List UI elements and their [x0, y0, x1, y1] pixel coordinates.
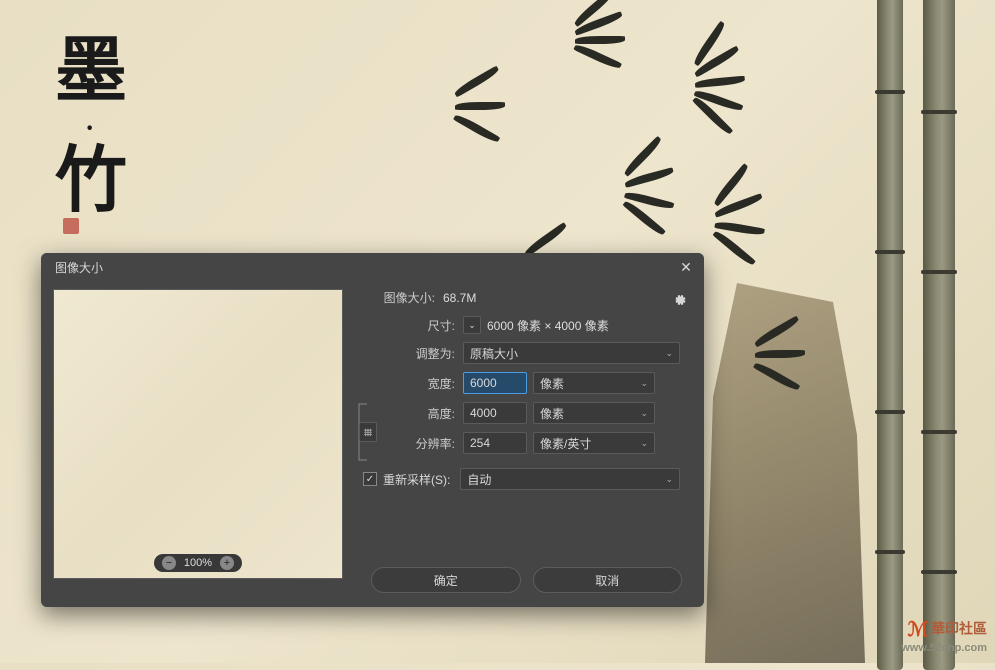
- calligraphy-dot: ·: [85, 115, 127, 143]
- cancel-button[interactable]: 取消: [533, 567, 683, 593]
- resolution-label: 分辨率:: [393, 435, 455, 452]
- resolution-unit-value: 像素/英寸: [540, 435, 591, 452]
- image-size-label: 图像大小:: [363, 289, 435, 306]
- width-unit-value: 像素: [540, 375, 564, 392]
- chevron-down-icon: ⌄: [665, 348, 673, 359]
- image-size-dialog: 图像大小 ✕ − 100% + 图像大小: 68.7M 尺寸: ⌄: [41, 253, 704, 607]
- watermark-text: 華印社區: [931, 621, 987, 637]
- resample-checkbox[interactable]: ✓: [363, 472, 377, 486]
- seal-stamp: [63, 218, 79, 234]
- width-label: 宽度:: [393, 375, 455, 392]
- chevron-down-icon: ⌄: [468, 320, 476, 331]
- watermark-url: www.52cnp.com: [901, 642, 987, 655]
- calligraphy-title: 墨 · 竹: [55, 35, 127, 217]
- fit-to-label: 调整为:: [363, 345, 455, 362]
- calligraphy-char-2: 竹: [55, 141, 127, 221]
- resample-method-value: 自动: [467, 471, 491, 488]
- dimensions-toggle[interactable]: ⌄: [463, 316, 481, 334]
- width-input[interactable]: [463, 372, 527, 394]
- settings-panel: 图像大小: 68.7M 尺寸: ⌄ 6000 像素 × 4000 像素 调整为:…: [343, 289, 692, 579]
- ok-button[interactable]: 确定: [371, 567, 521, 593]
- height-unit-value: 像素: [540, 405, 564, 422]
- dialog-titlebar[interactable]: 图像大小 ✕: [41, 253, 704, 281]
- height-label: 高度:: [393, 405, 455, 422]
- dimensions-label: 尺寸:: [363, 317, 455, 334]
- gear-icon[interactable]: [672, 293, 686, 307]
- resolution-input[interactable]: [463, 432, 527, 454]
- resample-method-select[interactable]: 自动 ⌄: [460, 468, 680, 490]
- height-unit-select[interactable]: 像素 ⌄: [533, 402, 655, 424]
- close-icon: ✕: [680, 259, 692, 276]
- chevron-down-icon: ⌄: [640, 408, 648, 419]
- height-input[interactable]: [463, 402, 527, 424]
- close-button[interactable]: ✕: [678, 259, 694, 275]
- resample-label: 重新采样(S):: [383, 471, 450, 488]
- chevron-down-icon: ⌄: [640, 438, 648, 449]
- watermark: ℳ華印社區 www.52cnp.com: [901, 618, 987, 655]
- chevron-down-icon: ⌄: [665, 474, 673, 485]
- chevron-down-icon: ⌄: [640, 378, 648, 389]
- link-icon: 𐄳: [364, 425, 373, 439]
- dialog-title: 图像大小: [55, 259, 103, 276]
- resolution-unit-select[interactable]: 像素/英寸 ⌄: [533, 432, 655, 454]
- link-dimensions-bracket: 𐄳: [349, 402, 369, 462]
- width-unit-select[interactable]: 像素 ⌄: [533, 372, 655, 394]
- link-dimensions-button[interactable]: 𐄳: [359, 422, 377, 442]
- fit-to-select[interactable]: 原稿大小 ⌄: [463, 342, 680, 364]
- fit-to-value: 原稿大小: [470, 345, 518, 362]
- watermark-logo-icon: ℳ: [908, 618, 929, 642]
- image-size-value: 68.7M: [443, 291, 476, 305]
- rock: [705, 283, 865, 663]
- dimensions-text: 6000 像素 × 4000 像素: [487, 317, 609, 334]
- preview-panel: − 100% +: [53, 289, 343, 579]
- calligraphy-char-1: 墨: [55, 31, 127, 111]
- check-icon: ✓: [366, 474, 374, 485]
